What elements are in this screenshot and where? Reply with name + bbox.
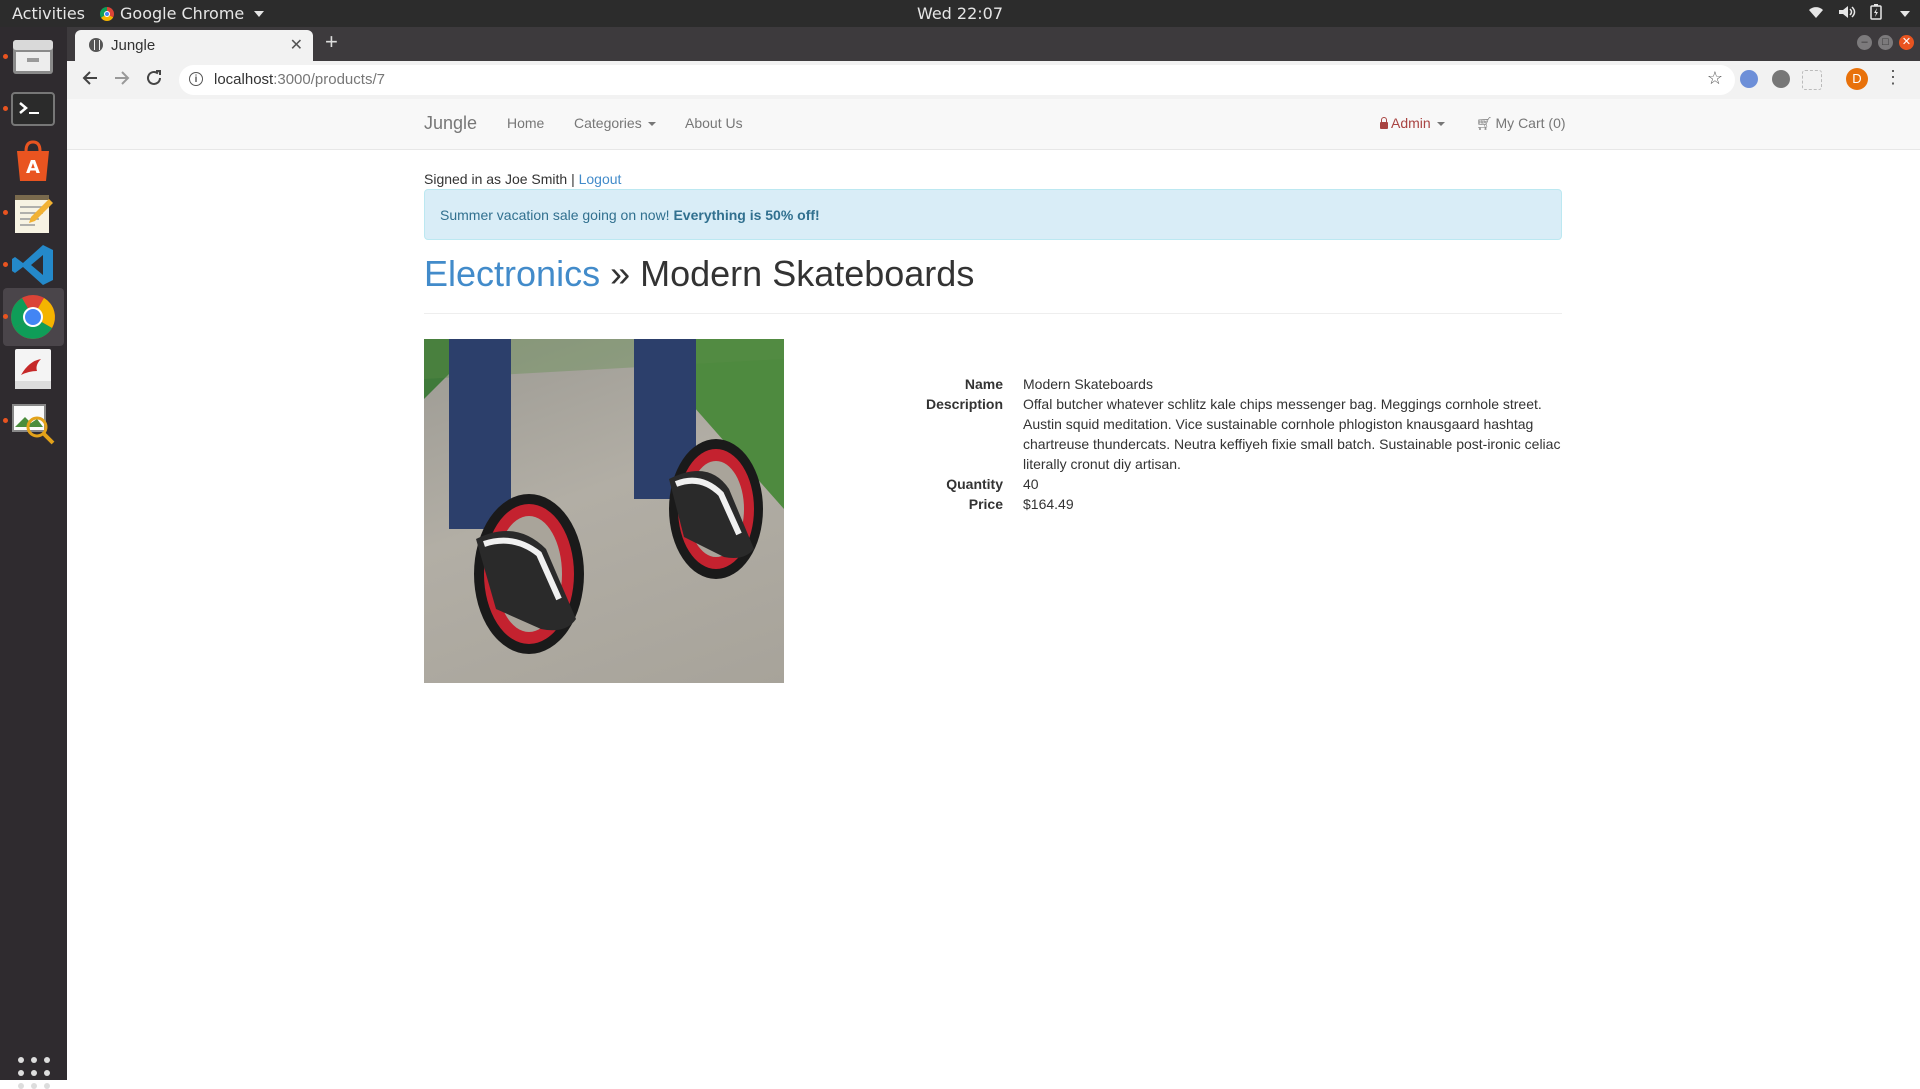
- clock[interactable]: Wed 22:07: [0, 4, 1920, 23]
- title-separator: »: [610, 253, 631, 294]
- text-editor-icon[interactable]: [9, 189, 57, 237]
- tab-strip: Jungle ✕ + – □ ✕: [67, 27, 1920, 61]
- logout-link[interactable]: Logout: [579, 171, 622, 187]
- dock: A: [0, 27, 67, 1089]
- profile-avatar[interactable]: D: [1846, 68, 1868, 90]
- new-tab-button[interactable]: +: [325, 29, 338, 55]
- signed-in-status: Signed in as Joe Smith | Logout: [424, 171, 621, 187]
- image-viewer-icon[interactable]: [9, 397, 57, 445]
- price-label: Price: [968, 496, 1003, 512]
- bookmark-star-icon[interactable]: ☆: [1707, 68, 1723, 89]
- system-menu-chevron-icon: [1900, 11, 1910, 17]
- url-path: :3000/products/7: [273, 71, 385, 88]
- cart-icon: 🛒︎: [1476, 116, 1493, 131]
- price-value: $164.49: [1023, 496, 1074, 512]
- alert-text: Summer vacation sale going on now!: [440, 207, 670, 223]
- extension-icon[interactable]: [1772, 70, 1790, 88]
- running-indicator: [3, 314, 8, 319]
- quantity-value: 40: [1023, 476, 1039, 492]
- window-controls: – □ ✕: [1857, 35, 1914, 50]
- url-host: localhost: [214, 71, 274, 88]
- sale-alert: Summer vacation sale going on now! Every…: [424, 189, 1562, 240]
- globe-icon: [89, 38, 103, 52]
- alert-strong: Everything is 50% off!: [673, 207, 820, 223]
- site-navbar: Jungle Home Categories About Us Admin 🛒︎…: [67, 99, 1920, 150]
- description-label: Description: [925, 396, 1003, 412]
- product-title: Modern Skateboards: [640, 253, 975, 294]
- page-viewport: Jungle Home Categories About Us Admin 🛒︎…: [67, 99, 1920, 1080]
- chrome-dock-icon[interactable]: [3, 288, 64, 346]
- signed-in-text: Signed in as Joe Smith |: [424, 171, 575, 187]
- reload-button[interactable]: [145, 69, 163, 91]
- running-indicator: [3, 106, 8, 111]
- maximize-button[interactable]: □: [1878, 35, 1893, 50]
- running-indicator: [3, 54, 8, 59]
- name-label: Name: [964, 376, 1003, 392]
- terminal-app-icon[interactable]: [9, 85, 57, 133]
- info-icon[interactable]: i: [189, 72, 203, 86]
- software-center-icon[interactable]: A: [9, 137, 57, 185]
- extension-icon[interactable]: [1802, 70, 1822, 90]
- nav-cart[interactable]: 🛒︎ My Cart (0): [1476, 115, 1566, 132]
- nav-admin[interactable]: Admin: [1380, 115, 1445, 131]
- lock-icon: [1380, 117, 1388, 129]
- tab-title: Jungle: [111, 37, 156, 54]
- files-app-icon[interactable]: [9, 32, 57, 80]
- nav-about[interactable]: About Us: [685, 115, 743, 131]
- close-icon[interactable]: ✕: [290, 35, 303, 55]
- name-value: Modern Skateboards: [1023, 376, 1153, 392]
- vscode-icon[interactable]: [9, 241, 57, 289]
- minimize-button[interactable]: –: [1857, 35, 1872, 50]
- product-details: Name Modern Skateboards Description Offa…: [847, 374, 1562, 514]
- browser-toolbar: i localhost:3000/products/7 ☆ D ⋮: [67, 61, 1920, 100]
- svg-text:A: A: [26, 157, 40, 178]
- back-button[interactable]: [81, 69, 99, 91]
- detail-row-name: Name Modern Skateboards: [847, 374, 1562, 394]
- running-indicator: [3, 210, 8, 215]
- document-viewer-icon[interactable]: [9, 345, 57, 393]
- quantity-label: Quantity: [946, 476, 1003, 492]
- running-indicator: [3, 418, 8, 423]
- address-bar[interactable]: i localhost:3000/products/7 ☆: [179, 65, 1735, 95]
- nav-admin-label: Admin: [1391, 115, 1431, 131]
- chevron-down-icon: [1436, 122, 1445, 127]
- category-link[interactable]: Electronics: [424, 253, 600, 294]
- detail-row-description: Description Offal butcher whatever schli…: [847, 394, 1562, 474]
- system-top-bar: Activities Google Chrome Wed 22:07: [0, 0, 1920, 27]
- chevron-down-icon: [647, 122, 656, 127]
- brand-link[interactable]: Jungle: [424, 113, 477, 134]
- nav-categories[interactable]: Categories: [574, 115, 656, 131]
- show-applications-icon[interactable]: [18, 1057, 50, 1089]
- extension-icon[interactable]: [1740, 70, 1758, 88]
- forward-button[interactable]: [113, 69, 131, 91]
- wifi-icon: [1808, 5, 1824, 23]
- close-window-button[interactable]: ✕: [1899, 35, 1914, 50]
- running-indicator: [3, 262, 8, 267]
- tab-jungle[interactable]: Jungle ✕: [75, 30, 313, 61]
- nav-home[interactable]: Home: [507, 115, 544, 131]
- detail-row-price: Price $164.49: [847, 494, 1562, 514]
- system-tray[interactable]: [1808, 4, 1910, 24]
- nav-cart-label: My Cart (0): [1495, 115, 1566, 131]
- page-title: Electronics » Modern Skateboards: [424, 253, 1562, 314]
- menu-icon[interactable]: ⋮: [1884, 67, 1902, 88]
- volume-icon: [1838, 5, 1856, 23]
- browser-window: Jungle ✕ + – □ ✕ i localhost:3000/produc…: [67, 27, 1920, 1080]
- detail-row-quantity: Quantity 40: [847, 474, 1562, 494]
- product-image: [424, 339, 784, 683]
- battery-icon: [1870, 4, 1882, 24]
- description-value: Offal butcher whatever schlitz kale chip…: [1023, 396, 1561, 472]
- nav-categories-label: Categories: [574, 115, 642, 131]
